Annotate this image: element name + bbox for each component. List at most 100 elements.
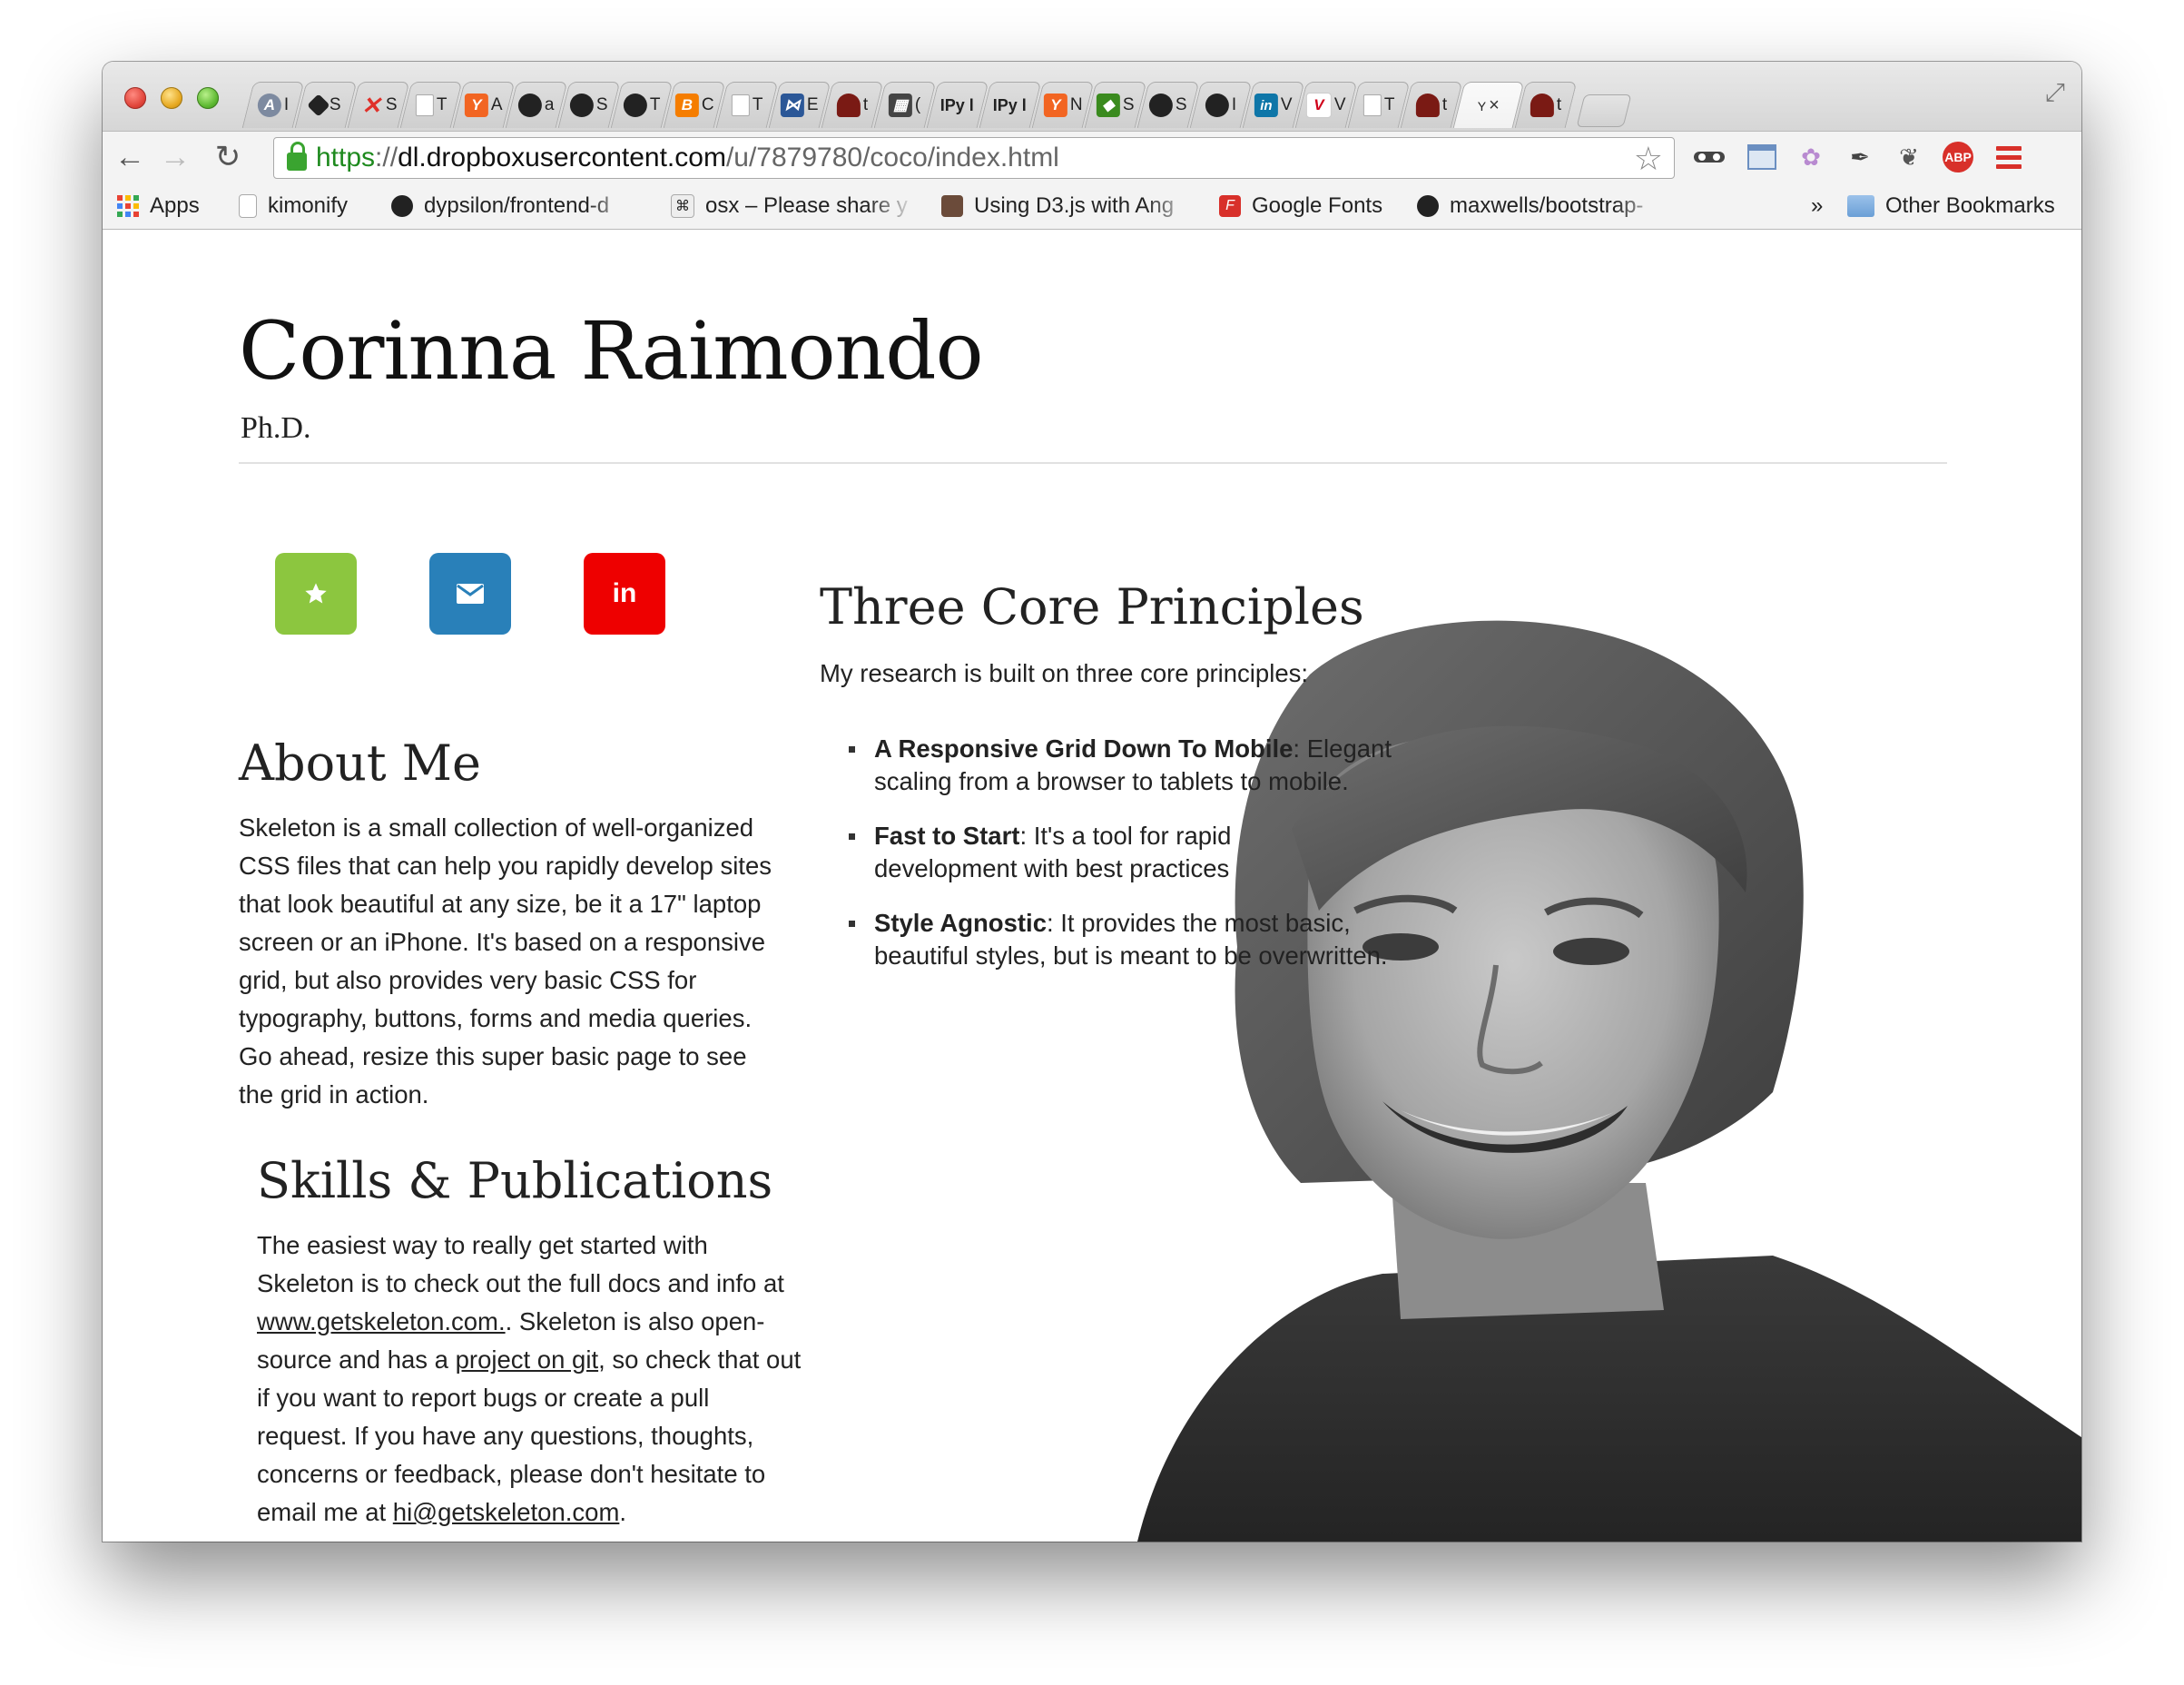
google-fonts-icon: F [1219, 195, 1241, 217]
getskeleton-link[interactable]: www.getskeleton.com. [257, 1307, 506, 1335]
bookmark-other-bookmarks[interactable]: Other Bookmarks [1847, 191, 2055, 222]
evernote-icon[interactable]: ❦ [1891, 139, 1927, 175]
page-icon [1363, 94, 1382, 116]
linkedin-icon: in [612, 578, 637, 608]
tab-label: IPy l [940, 95, 975, 114]
browser-tab[interactable]: IPy l [979, 82, 1042, 128]
tab-label: E [807, 95, 819, 114]
fullscreen-icon[interactable]: ⤢ [2045, 78, 2065, 108]
tab-label: I [1231, 95, 1237, 114]
tab-label: Y [1477, 98, 1487, 113]
flower-extension-icon[interactable]: ✿ [1793, 139, 1829, 175]
cube-icon: ◆ [1097, 94, 1121, 117]
browser-tab[interactable]: S [1136, 82, 1200, 128]
tab-label: T [436, 95, 448, 114]
bookmark-google-fonts[interactable]: F Google Fonts [1219, 191, 1382, 222]
tab-label: t [1556, 95, 1562, 114]
tab-label: V [1334, 95, 1346, 114]
bookmark-osx[interactable]: ⌘ osx – Please share y [671, 191, 916, 222]
browser-tab[interactable]: ◆ S [1084, 82, 1147, 128]
github-icon [391, 195, 413, 217]
list-item: Style Agnostic: It provides the most bas… [820, 907, 1401, 972]
browser-tab[interactable]: AI [241, 82, 305, 128]
github-icon [518, 94, 543, 117]
star-button[interactable] [275, 553, 357, 635]
browser-tab[interactable]: t [821, 82, 884, 128]
github-icon [1417, 195, 1439, 217]
bookmark-star-icon[interactable]: ☆ [1634, 140, 1663, 178]
list-item: A Responsive Grid Down To Mobile: Elegan… [820, 733, 1401, 798]
diamond-icon [307, 94, 330, 117]
browser-tab[interactable]: S [294, 82, 358, 128]
tab-label: C [701, 95, 714, 114]
bookmark-dypsilon[interactable]: dypsilon/frontend-d [391, 191, 636, 222]
browser-tab[interactable]: t [1400, 82, 1463, 128]
window-extension-icon[interactable] [1744, 139, 1780, 175]
linkedin-button[interactable]: in [584, 553, 665, 635]
browser-tab[interactable]: T [1347, 82, 1411, 128]
incognito-mask-icon[interactable] [1691, 139, 1727, 175]
tab-label: S [386, 95, 398, 114]
browser-tab[interactable]: T [715, 82, 779, 128]
page-icon [731, 94, 750, 116]
zoom-window-button[interactable] [197, 87, 219, 109]
github-icon [623, 94, 647, 117]
pen-extension-icon[interactable]: ✒ [1842, 139, 1878, 175]
browser-tab[interactable]: ⋈ E [768, 82, 831, 128]
browser-tab[interactable]: YN [1031, 82, 1095, 128]
active-tab[interactable]: Y × [1452, 82, 1525, 128]
browser-tab[interactable]: I [1189, 82, 1253, 128]
page-viewport: Corinna Raimondo Ph.D. in About Me Skele… [103, 230, 2081, 1542]
browser-tab[interactable]: a [505, 82, 568, 128]
header-divider [239, 462, 1947, 464]
minimize-window-button[interactable] [161, 87, 182, 109]
tab-label: T [649, 95, 661, 114]
about-text: Skeleton is a small collection of well-o… [239, 813, 772, 1109]
lock-icon [287, 142, 307, 171]
adblock-plus-icon[interactable]: ABP [1940, 139, 1976, 175]
browser-tab[interactable]: BC [663, 82, 726, 128]
bookmarks-overflow-chevron[interactable]: » [1811, 191, 1823, 222]
back-arrow-icon[interactable]: ← [112, 137, 148, 177]
bookmark-apps[interactable]: Apps [117, 191, 200, 222]
tab-label: a [545, 95, 555, 114]
bookmark-kimonify[interactable]: kimonify [239, 191, 348, 222]
tab-label: ( [915, 95, 921, 114]
url-text: https://dl.dropboxusercontent.com/u/7879… [316, 143, 1059, 173]
browser-tab[interactable]: S [557, 82, 621, 128]
close-tab-icon[interactable]: × [1489, 95, 1500, 116]
tab-label: S [596, 95, 608, 114]
browser-tab[interactable]: IPy l [926, 82, 989, 128]
reload-icon[interactable]: ↻ [210, 137, 246, 177]
bookmark-d3[interactable]: Using D3.js with Ang [941, 191, 1195, 222]
close-window-button[interactable] [124, 87, 146, 109]
email-button[interactable] [429, 553, 511, 635]
email-link[interactable]: hi@getskeleton.com [393, 1498, 620, 1526]
browser-tab[interactable]: ▦( [873, 82, 937, 128]
browser-tab[interactable]: YA [452, 82, 516, 128]
address-bar[interactable]: https://dl.dropboxusercontent.com/u/7879… [273, 137, 1675, 179]
browser-tab[interactable]: T [399, 82, 463, 128]
about-heading: About Me [239, 734, 481, 792]
browser-tab[interactable]: in V [1242, 82, 1305, 128]
browser-tab[interactable]: VV [1294, 82, 1358, 128]
project-on-git-link[interactable]: project on git [456, 1345, 598, 1374]
browser-tab[interactable]: t [1514, 82, 1578, 128]
browser-tab[interactable]: T [610, 82, 674, 128]
hn-icon: Y [1043, 94, 1067, 117]
list-item: Fast to Start: It's a tool for rapid dev… [820, 820, 1310, 885]
bookmark-label: dypsilon/frontend-d [424, 193, 610, 218]
forward-arrow-icon[interactable]: → [157, 137, 193, 177]
new-tab-button[interactable] [1576, 94, 1632, 127]
envelope-icon [457, 584, 484, 604]
hat-icon [836, 94, 861, 117]
browser-tab[interactable]: ✕ S [347, 82, 410, 128]
hamburger-menu-icon[interactable] [1991, 139, 2027, 175]
principles-heading: Three Core Principles [820, 578, 1364, 636]
principle-name: Style Agnostic [874, 909, 1047, 937]
page-title: Corinna Raimondo [239, 304, 984, 398]
bookmark-maxwells[interactable]: maxwells/bootstrap- [1417, 191, 1664, 222]
skills-text: The easiest way to really get started wi… [257, 1227, 802, 1532]
hn-icon: Y [465, 94, 489, 117]
page-icon [415, 94, 434, 116]
